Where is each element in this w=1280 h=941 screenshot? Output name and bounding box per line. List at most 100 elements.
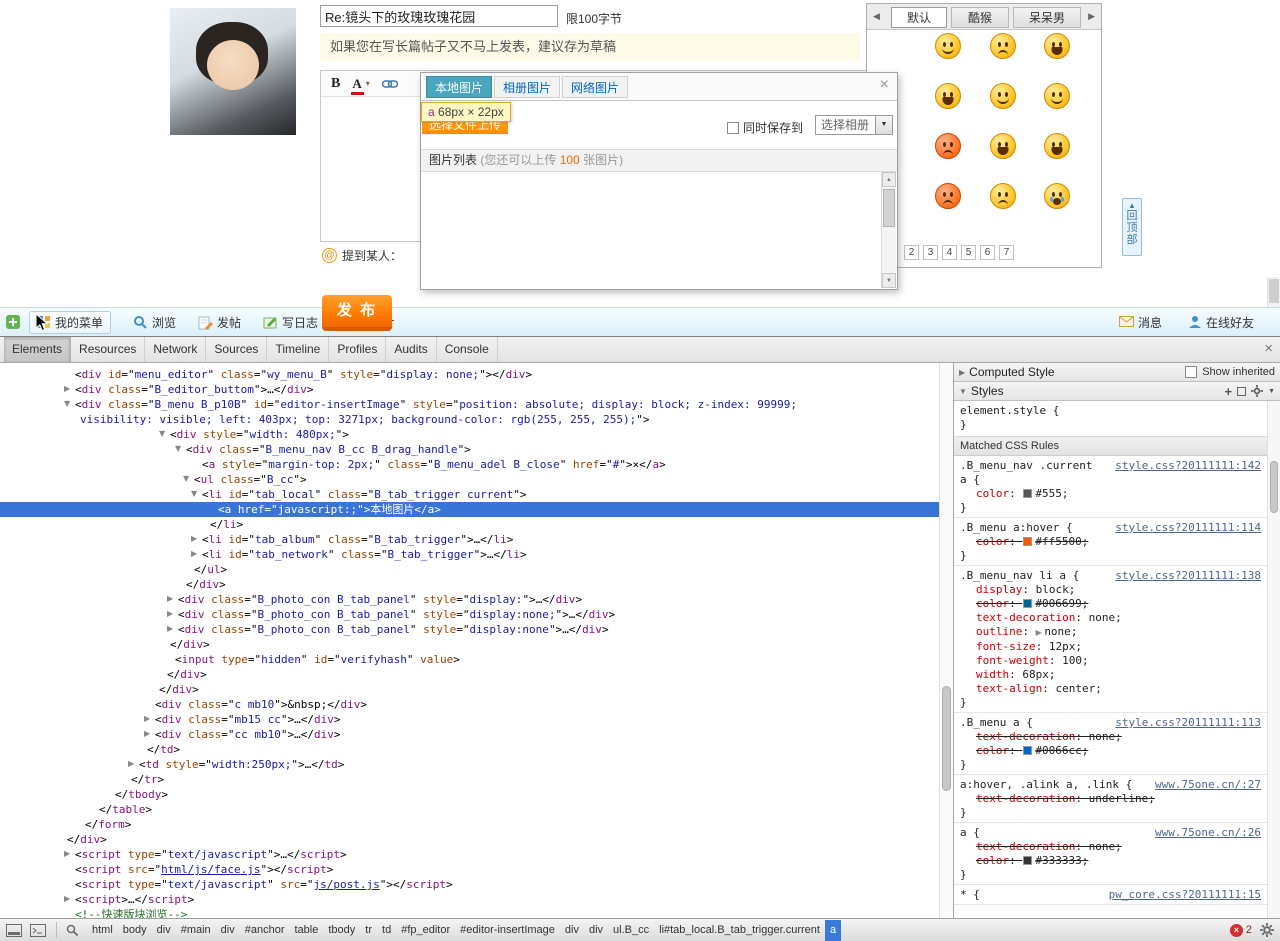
disclosure-collapsed-icon[interactable]: ▶: [167, 595, 173, 603]
new-style-rule-button[interactable]: +: [1224, 384, 1232, 399]
disclosure-collapsed-icon[interactable]: ▶: [959, 368, 965, 377]
quick-menu-icon[interactable]: [5, 314, 21, 330]
css-property[interactable]: width: 68px;: [960, 668, 1261, 682]
dom-tree-scrollbar-thumb[interactable]: [942, 686, 951, 791]
devtools-tab-elements[interactable]: Elements: [4, 337, 71, 362]
breadcrumb-td[interactable]: td: [377, 920, 396, 941]
disclosure-collapsed-icon[interactable]: ▶: [64, 895, 70, 903]
font-color-button[interactable]: A: [352, 76, 361, 92]
dom-tree-line[interactable]: ▼<li id="tab_local" class="B_tab_trigger…: [0, 487, 939, 502]
disclosure-expanded-icon[interactable]: ▼: [159, 430, 165, 438]
dom-tree-line[interactable]: ▶<div class="B_photo_con B_tab_panel" st…: [0, 622, 939, 637]
css-property[interactable]: text-align: center;: [960, 682, 1261, 696]
page-scrollbar-thumb[interactable]: [1269, 279, 1279, 303]
kiss-emoji[interactable]: [1044, 83, 1070, 109]
dom-tree-line[interactable]: </table>: [0, 802, 939, 817]
dom-tree-line[interactable]: </td>: [0, 742, 939, 757]
disclosure-expanded-icon[interactable]: ▼: [64, 400, 70, 408]
css-property[interactable]: color: #006699;: [960, 597, 1261, 611]
breadcrumb-html[interactable]: html: [87, 920, 118, 941]
dialog-close-button[interactable]: ×: [880, 77, 889, 93]
breadcrumb-div[interactable]: div: [560, 920, 584, 941]
breadcrumb-editor-insertimage[interactable]: #editor-insertImage: [455, 920, 560, 941]
disclosure-expanded-icon[interactable]: ▼: [191, 490, 197, 498]
dom-tree-line[interactable]: </tr>: [0, 772, 939, 787]
css-property[interactable]: text-decoration: none;: [960, 611, 1261, 625]
error-count-badge[interactable]: × 2: [1230, 924, 1252, 937]
emoji-page-7[interactable]: 7: [999, 245, 1014, 260]
breadcrumb-fp-editor[interactable]: #fp_editor: [396, 920, 455, 941]
dom-tree-line[interactable]: </div>: [0, 832, 939, 847]
dom-tree-line[interactable]: </form>: [0, 817, 939, 832]
devtools-tab-network[interactable]: Network: [145, 337, 206, 362]
dom-tree-line[interactable]: </div>: [0, 667, 939, 682]
navbar-item-message[interactable]: 消息: [1119, 314, 1162, 331]
dom-tree-line[interactable]: <input type="hidden" id="verifyhash" val…: [0, 652, 939, 667]
dom-tree-line[interactable]: <a href="javascript:;">本地图片</a>: [0, 502, 939, 517]
dom-tree-line[interactable]: </ul>: [0, 562, 939, 577]
breadcrumb-div[interactable]: div: [152, 920, 176, 941]
breadcrumb-tbody[interactable]: tbody: [323, 920, 360, 941]
dom-tree-line[interactable]: <div id="menu_editor" class="wy_menu_B" …: [0, 367, 939, 382]
insert-link-icon[interactable]: [382, 79, 398, 89]
dom-tree-line[interactable]: <script src="html/js/face.js"></script>: [0, 862, 939, 877]
styles-scrollbar-thumb[interactable]: [1270, 461, 1278, 513]
dom-tree-line[interactable]: ▼<ul class="B_cc">: [0, 472, 939, 487]
dom-tree-line[interactable]: ▶<div class="B_photo_con B_tab_panel" st…: [0, 607, 939, 622]
breadcrumb-a[interactable]: a: [825, 920, 841, 941]
back-to-top-button[interactable]: ▲ 回顶部: [1122, 198, 1142, 256]
scroll-up-icon[interactable]: ▲: [882, 172, 896, 187]
font-color-caret-icon[interactable]: ▾: [366, 79, 370, 88]
disclosure-expanded-icon[interactable]: ▼: [183, 475, 189, 483]
emoji-tab-2[interactable]: 呆呆男: [1013, 7, 1081, 28]
emoji-tab-1[interactable]: 酷猴: [951, 7, 1009, 28]
dropdown-arrow-icon[interactable]: ▼: [875, 116, 892, 134]
dom-tree-line[interactable]: <!--快速版块浏览-->: [0, 907, 939, 918]
breadcrumb-table[interactable]: table: [290, 920, 324, 941]
disclosure-collapsed-icon[interactable]: ▶: [144, 730, 150, 738]
dom-tree-line[interactable]: ▶<div class="B_photo_con B_tab_panel" st…: [0, 592, 939, 607]
dom-tree-line[interactable]: </div>: [0, 577, 939, 592]
dom-tree-line[interactable]: ▶<div class="mb15 cc">…</div>: [0, 712, 939, 727]
surprised-emoji[interactable]: [935, 83, 961, 109]
dock-side-icon[interactable]: [6, 924, 22, 937]
disclosure-collapsed-icon[interactable]: ▶: [128, 760, 134, 768]
breadcrumb-tr[interactable]: tr: [360, 920, 377, 941]
dom-tree-line[interactable]: </li>: [0, 517, 939, 532]
styles-gear-icon[interactable]: [1251, 385, 1263, 397]
element-state-button[interactable]: [1237, 387, 1246, 396]
grin-emoji[interactable]: [990, 133, 1016, 159]
page-scrollbar[interactable]: [1267, 277, 1280, 307]
dom-tree-line[interactable]: ▶<script type="text/javascript">…</scrip…: [0, 847, 939, 862]
devtools-close-button[interactable]: ×: [1264, 340, 1273, 357]
dom-tree-line[interactable]: ▼<div class="B_menu B_p10B" id="editor-i…: [0, 397, 939, 412]
stylesheet-link[interactable]: pw_core.css?20111111:15: [1109, 888, 1261, 902]
dom-tree-line[interactable]: visibility: visible; left: 403px; top: 3…: [0, 412, 939, 427]
emoji-tabs-prev-button[interactable]: ◀: [873, 11, 880, 22]
scroll-down-icon[interactable]: ▼: [882, 273, 896, 288]
styles-gear-caret-icon[interactable]: ▼: [1268, 388, 1275, 395]
css-property[interactable]: text-decoration: none;: [960, 730, 1261, 744]
element-style-block[interactable]: element.style { }: [954, 401, 1267, 437]
dom-tree-line[interactable]: </tbody>: [0, 787, 939, 802]
upset-emoji[interactable]: [990, 183, 1016, 209]
dom-tree-line[interactable]: ▶<div class="B_editor_buttom">…</div>: [0, 382, 939, 397]
furious-emoji[interactable]: [935, 183, 961, 209]
breadcrumb-li-tab-local-b-tab-trigger-current[interactable]: li#tab_local.B_tab_trigger.current: [654, 920, 825, 941]
breadcrumb-div[interactable]: div: [584, 920, 608, 941]
dom-tree-line[interactable]: ▶<li id="tab_album" class="B_tab_trigger…: [0, 532, 939, 547]
dom-tree-line[interactable]: <a style="margin-top: 2px;" class="B_men…: [0, 457, 939, 472]
devtools-tab-timeline[interactable]: Timeline: [267, 337, 329, 362]
navbar-item-friends[interactable]: 在线好友: [1188, 314, 1254, 331]
breadcrumb-div[interactable]: div: [216, 920, 240, 941]
css-property[interactable]: display: block;: [960, 583, 1261, 597]
css-property[interactable]: text-decoration: underline;: [960, 792, 1261, 806]
bold-button[interactable]: B: [331, 76, 340, 92]
devtools-tab-console[interactable]: Console: [437, 337, 498, 362]
stylesheet-link[interactable]: style.css?20111111:142: [1115, 459, 1261, 473]
navbar-item-diary[interactable]: 写日志: [263, 314, 318, 331]
devtools-tab-resources[interactable]: Resources: [71, 337, 145, 362]
navbar-item-post[interactable]: 发帖: [198, 314, 241, 331]
console-drawer-icon[interactable]: [30, 924, 46, 937]
emoji-page-3[interactable]: 3: [923, 245, 938, 260]
